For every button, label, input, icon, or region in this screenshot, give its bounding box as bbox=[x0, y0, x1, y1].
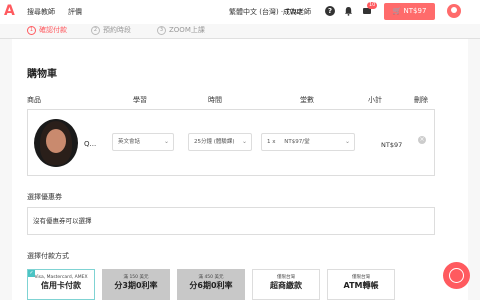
chevron-down-icon: ⌄ bbox=[241, 138, 247, 145]
cart-total: NT$97 bbox=[403, 7, 427, 15]
help-icon[interactable]: ? bbox=[325, 6, 335, 16]
message-count-badge: 10 bbox=[367, 2, 378, 9]
checkmark-icon: ✓ bbox=[28, 270, 35, 277]
delete-icon[interactable]: × bbox=[418, 136, 426, 144]
subject-select[interactable]: 英文會話 ⌄ bbox=[112, 133, 174, 151]
checkout-panel: 購物車 商品 學習 時間 堂數 小計 刪除 Q... 英文會話 ⌄ 25分鐘 (… bbox=[12, 39, 468, 300]
cart-button[interactable]: 🛒 NT$97 bbox=[384, 3, 435, 20]
pay-option-6-installments[interactable]: 滿 450 美元 分6期0利率 bbox=[177, 269, 245, 300]
col-subtotal: 小計 bbox=[368, 96, 382, 104]
pay-option-3-installments[interactable]: 滿 150 美元 分3期0利率 bbox=[102, 269, 170, 300]
cart-icon: 🛒 bbox=[392, 7, 402, 15]
pay-option-credit-card[interactable]: ✓ Visa, Mastercard, AMEX 信用卡付款 bbox=[27, 269, 95, 300]
payment-label: 選擇付款方式 bbox=[27, 252, 69, 260]
become-teacher-link[interactable]: 成為老師 bbox=[283, 7, 311, 17]
nav-find-teachers[interactable]: 搜尋教師 bbox=[27, 7, 55, 17]
top-navbar: A 搜尋教師 評價 繁體中文 (台灣) · TWD 成為老師 ? 10 🛒 NT… bbox=[0, 0, 480, 24]
pay-option-atm-transfer[interactable]: 僅限台灣 ATM轉帳 bbox=[327, 269, 395, 300]
chevron-down-icon: ⌄ bbox=[344, 138, 350, 145]
item-subtotal: NT$97 bbox=[381, 141, 403, 149]
col-time: 時間 bbox=[208, 96, 222, 104]
coupon-label: 選擇優惠券 bbox=[27, 193, 62, 201]
step-confirm-payment: 1 確認付款 bbox=[27, 25, 67, 35]
user-avatar[interactable] bbox=[447, 4, 461, 18]
pay-option-convenience-store[interactable]: 僅限台灣 超商繳款 bbox=[252, 269, 320, 300]
duration-select[interactable]: 25分鐘 (體驗課) ⌄ bbox=[188, 133, 252, 151]
logo[interactable]: A bbox=[4, 3, 15, 19]
cart-title: 購物車 bbox=[27, 69, 57, 80]
step-book-time: 2 預約時段 bbox=[91, 25, 131, 35]
lessons-select[interactable]: 1 x NT$97/堂 ⌄ bbox=[261, 133, 355, 151]
coupon-select[interactable]: 沒有優惠券可以選擇 bbox=[27, 207, 435, 235]
col-item: 商品 bbox=[27, 96, 41, 104]
col-delete: 刪除 bbox=[414, 96, 428, 104]
checkout-steps: 1 確認付款 2 預約時段 3 ZOOM上課 bbox=[0, 24, 480, 38]
chevron-down-icon: ⌄ bbox=[163, 138, 169, 145]
col-subject: 學習 bbox=[133, 96, 147, 104]
bell-icon[interactable] bbox=[344, 6, 353, 16]
step-zoom-class: 3 ZOOM上課 bbox=[157, 25, 205, 35]
col-lessons: 堂數 bbox=[300, 96, 314, 104]
tutor-photo bbox=[34, 119, 78, 167]
floating-help-button[interactable] bbox=[443, 262, 470, 289]
cart-item-row: Q... 英文會話 ⌄ 25分鐘 (體驗課) ⌄ 1 x NT$97/堂 ⌄ N… bbox=[27, 109, 435, 176]
nav-reviews[interactable]: 評價 bbox=[68, 7, 82, 17]
tutor-name[interactable]: Q... bbox=[84, 140, 96, 148]
